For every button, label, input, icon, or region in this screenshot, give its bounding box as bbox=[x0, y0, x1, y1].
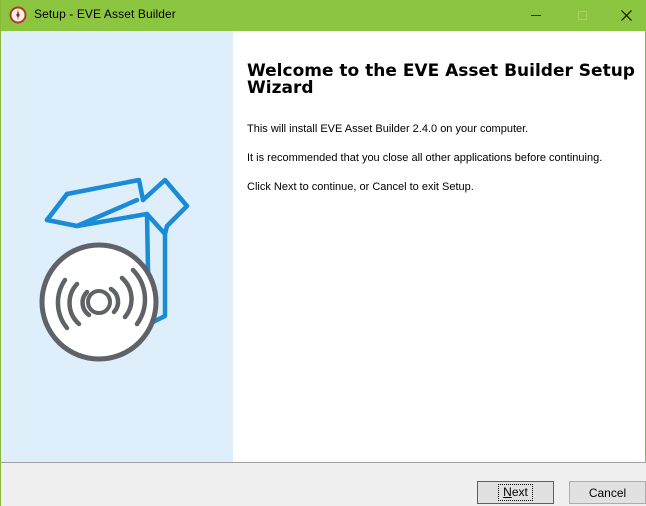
install-info-text: This will install EVE Asset Builder 2.4.… bbox=[247, 123, 529, 135]
maximize-button[interactable] bbox=[559, 0, 605, 31]
next-button[interactable]: Next bbox=[477, 481, 554, 504]
close-icon bbox=[620, 10, 632, 21]
window-title: Setup - EVE Asset Builder bbox=[34, 7, 176, 21]
wizard-heading: Welcome to the EVE Asset Builder Setup W… bbox=[247, 61, 635, 98]
minimize-icon bbox=[531, 15, 541, 16]
next-button-label: Next bbox=[498, 484, 533, 501]
installer-box-cd-icon bbox=[39, 177, 190, 362]
cancel-button[interactable]: Cancel bbox=[569, 481, 646, 504]
close-button[interactable] bbox=[605, 0, 646, 31]
wizard-side-panel bbox=[1, 31, 233, 462]
minimize-button[interactable] bbox=[513, 0, 559, 31]
recommendation-text: It is recommended that you close all oth… bbox=[247, 152, 603, 164]
setup-window: Setup - EVE Asset Builder Welcome to the… bbox=[0, 0, 646, 506]
setup-app-icon bbox=[9, 6, 27, 24]
maximize-icon bbox=[577, 11, 587, 20]
title-bar[interactable]: Setup - EVE Asset Builder bbox=[1, 0, 646, 31]
wizard-footer: Next Cancel bbox=[1, 463, 646, 506]
instruction-text: Click Next to continue, or Cancel to exi… bbox=[247, 181, 474, 193]
